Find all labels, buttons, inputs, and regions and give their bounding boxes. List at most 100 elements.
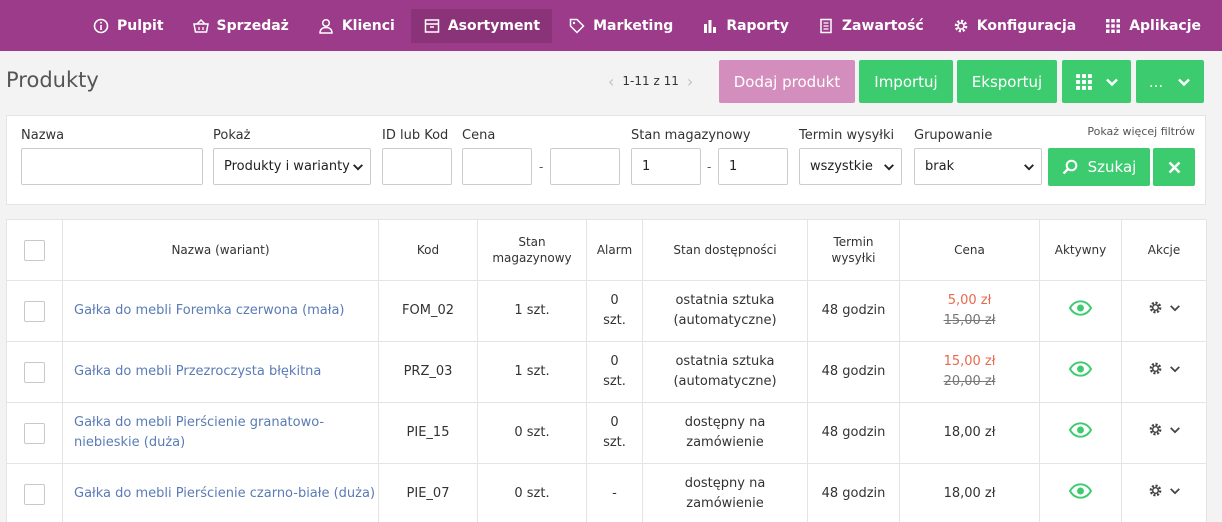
filter-id-label: ID lub Kod: [382, 128, 449, 143]
eye-icon[interactable]: [1068, 360, 1093, 381]
basket-icon: [192, 17, 210, 35]
grouping-select[interactable]: brak: [914, 148, 1042, 185]
nav-item-label: Klienci: [341, 17, 395, 34]
chevron-down-icon: [1105, 75, 1119, 89]
import-button[interactable]: Importuj: [859, 60, 953, 103]
product-alarm: -: [586, 463, 643, 522]
show-select-value: Produkty i warianty: [224, 159, 350, 174]
row-actions-menu[interactable]: [1148, 483, 1181, 498]
price-to-input[interactable]: [550, 148, 620, 185]
nav-item-asortyment[interactable]: Asortyment: [410, 8, 553, 43]
product-availability: dostępny na zamówienie: [642, 402, 808, 464]
table-header-row: Nazwa (wariant) Kod Stan magazynowy Alarm…: [6, 219, 1207, 281]
document-icon: [817, 17, 835, 35]
eye-icon[interactable]: [1068, 299, 1093, 320]
alarm-unit: szt.: [603, 435, 626, 450]
product-availability: ostatnia sztuka (automatyczne): [642, 341, 808, 403]
nav-item-aplikacje[interactable]: Aplikacje: [1092, 9, 1213, 43]
row-checkbox[interactable]: [24, 422, 45, 444]
eye-icon[interactable]: [1068, 421, 1093, 442]
nav-item-sprzedaz[interactable]: Sprzedaż: [180, 9, 301, 43]
header-availability[interactable]: Stan dostępności: [642, 219, 808, 281]
select-all-checkbox[interactable]: [24, 239, 45, 261]
range-dash: -: [707, 160, 712, 174]
row-checkbox[interactable]: [24, 361, 45, 383]
availability-line2: zamówienie: [686, 496, 764, 511]
close-icon: [1168, 161, 1181, 174]
header-alarm[interactable]: Alarm: [586, 219, 643, 281]
nav-item-label: Pulpit: [117, 17, 164, 34]
header-shipping[interactable]: Termin wysyłki: [807, 219, 900, 281]
nav-item-klienci[interactable]: Klienci: [305, 9, 407, 43]
nav-item-marketing[interactable]: Marketing: [556, 9, 685, 43]
gear-icon: [1148, 483, 1163, 498]
sale-price: 15,00 zł: [943, 354, 996, 369]
grid-icon: [1075, 73, 1093, 91]
product-actions: [1121, 341, 1207, 403]
header-code[interactable]: Kod: [378, 219, 478, 281]
header-stock-line1: Stan: [518, 235, 546, 249]
product-shipping: 48 godzin: [807, 280, 900, 342]
row-checkbox[interactable]: [24, 300, 45, 322]
row-actions-menu[interactable]: [1148, 422, 1181, 437]
product-name-link[interactable]: Gałka do mebli Pierścienie granatowo-nie…: [62, 402, 379, 464]
product-active: [1039, 280, 1122, 342]
product-code: PIE_07: [378, 463, 478, 522]
table-row: Gałka do mebli Foremka czerwona (mała) F…: [6, 280, 1207, 342]
nav-item-konfiguracja[interactable]: Konfiguracja: [940, 9, 1088, 43]
prev-page-icon[interactable]: ‹: [608, 72, 614, 91]
more-filters-link[interactable]: Pokaż więcej filtrów: [1087, 125, 1195, 138]
row-checkbox[interactable]: [24, 483, 45, 505]
product-price: 15,00 zł 20,00 zł: [899, 341, 1040, 403]
sale-price: 5,00 zł: [947, 293, 992, 308]
price-from-input[interactable]: [462, 148, 532, 185]
product-alarm: 0 szt.: [586, 341, 643, 403]
nav-item-label: Marketing: [593, 17, 674, 34]
product-stock: 1 szt.: [477, 280, 587, 342]
row-actions-menu[interactable]: [1148, 361, 1181, 376]
more-actions-button[interactable]: ...: [1136, 60, 1204, 103]
header-active[interactable]: Aktywny: [1039, 219, 1122, 281]
columns-view-button[interactable]: [1062, 60, 1131, 103]
stock-to-input[interactable]: 1: [718, 148, 788, 185]
product-name-line1: Gałka do mebli Pierścienie granatowo-: [74, 415, 325, 430]
product-active: [1039, 402, 1122, 464]
chevron-down-icon: [1177, 75, 1191, 89]
export-button[interactable]: Eksportuj: [957, 60, 1057, 103]
row-actions-menu[interactable]: [1148, 300, 1181, 315]
grouping-select-value: brak: [925, 159, 955, 174]
product-price: 18,00 zł: [899, 402, 1040, 464]
search-button[interactable]: Szukaj: [1048, 148, 1150, 186]
old-price: 20,00 zł: [943, 374, 996, 389]
next-page-icon[interactable]: ›: [687, 72, 693, 91]
product-shipping: 48 godzin: [807, 341, 900, 403]
shipping-select[interactable]: wszystkie: [799, 148, 902, 185]
product-name-link[interactable]: Gałka do mebli Foremka czerwona (mała): [62, 280, 379, 342]
nav-item-pulpit[interactable]: Pulpit: [80, 9, 176, 43]
chevron-down-icon: [1023, 161, 1035, 173]
eye-icon[interactable]: [1068, 482, 1093, 503]
product-alarm: 0 szt.: [586, 402, 643, 464]
name-filter-input[interactable]: [21, 148, 203, 185]
product-active: [1039, 341, 1122, 403]
product-name-link[interactable]: Gałka do mebli Pierścienie czarno-białe …: [62, 463, 379, 522]
product-actions: [1121, 402, 1207, 464]
nav-item-raporty[interactable]: Raporty: [689, 9, 801, 43]
id-code-input[interactable]: [382, 148, 452, 185]
box-icon: [423, 17, 441, 35]
availability-line2: zamówienie: [686, 435, 764, 450]
product-name-link[interactable]: Gałka do mebli Przezroczysta błękitna: [62, 341, 379, 403]
product-stock: 0 szt.: [477, 402, 587, 464]
header-name[interactable]: Nazwa (wariant): [62, 219, 379, 281]
product-alarm: 0 szt.: [586, 280, 643, 342]
show-select[interactable]: Produkty i warianty: [213, 148, 371, 185]
add-product-button[interactable]: Dodaj produkt: [719, 60, 855, 103]
header-stock[interactable]: Stan magazynowy: [477, 219, 587, 281]
header-price[interactable]: Cena: [899, 219, 1040, 281]
old-price: 15,00 zł: [943, 313, 996, 328]
stock-from-input[interactable]: 1: [631, 148, 701, 185]
nav-item-zawartosc[interactable]: Zawartość: [805, 9, 936, 43]
chevron-down-icon: [1169, 302, 1181, 314]
gear-icon: [1148, 361, 1163, 376]
clear-filters-button[interactable]: [1153, 148, 1195, 186]
